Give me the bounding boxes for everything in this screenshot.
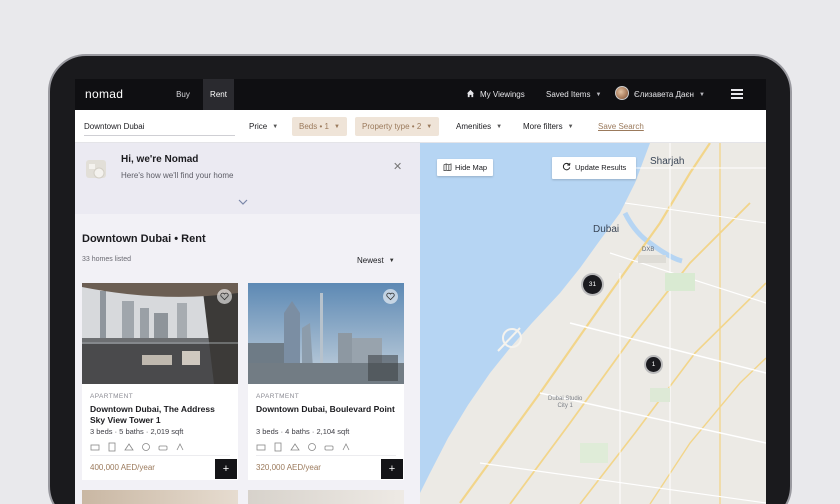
location-search-input[interactable]: [84, 118, 235, 136]
property-type-filter-label: Property type • 2: [362, 122, 422, 131]
my-viewings-label: My Viewings: [480, 90, 525, 99]
chevron-down-icon: ▼: [496, 124, 503, 130]
welcome-banner: Hi, we're Nomad Here's how we'll find yo…: [75, 143, 420, 214]
user-menu[interactable]: Єлизавета Даєн ▼: [615, 79, 705, 110]
amenity-icon: [324, 439, 334, 451]
amenities-filter[interactable]: Amenities ▼: [449, 117, 509, 136]
add-to-list-button[interactable]: +: [215, 459, 237, 479]
listing-specs: 3 beds · 5 baths · 2,019 sqft: [90, 427, 184, 436]
listing-card[interactable]: APARTMENT Downtown Dubai, Boulevard Poin…: [248, 283, 404, 480]
map-view[interactable]: Hide Map Update Results Sharjah Dubai DX…: [420, 143, 766, 504]
amenity-icon: [307, 439, 317, 451]
chevron-down-icon: ▼: [333, 124, 340, 130]
favorite-heart-icon[interactable]: [383, 289, 398, 304]
listing-photo[interactable]: [248, 283, 404, 384]
listing-type: APARTMENT: [256, 393, 300, 400]
map-cluster-marker[interactable]: 31: [581, 273, 604, 296]
chevron-down-icon: ▼: [595, 92, 602, 98]
amenity-icon: [273, 439, 283, 452]
map-label-dxb: DXB: [642, 247, 655, 253]
app-screen: nomad Buy Rent My Viewings Saved Items ▼ …: [75, 79, 766, 504]
chevron-down-icon: ▼: [426, 124, 433, 130]
tab-buy[interactable]: Buy: [169, 79, 197, 110]
nomad-logo[interactable]: nomad: [85, 87, 123, 101]
saved-items-label: Saved Items: [546, 90, 591, 99]
divider: [256, 455, 396, 456]
map-label-dubai: Dubai: [593, 224, 620, 235]
amenity-icon: [256, 439, 266, 451]
chevron-down-icon: ▼: [272, 124, 279, 130]
more-filters-label: More filters: [523, 122, 563, 131]
amenities-filter-label: Amenities: [456, 122, 492, 131]
save-search-link[interactable]: Save Search: [598, 122, 644, 131]
listing-card[interactable]: [248, 490, 404, 504]
listing-type: APARTMENT: [90, 393, 134, 400]
amenity-icon: [141, 439, 151, 451]
hide-map-button[interactable]: Hide Map: [437, 159, 494, 176]
property-type-filter[interactable]: Property type • 2 ▼: [355, 117, 440, 136]
chevron-down-icon[interactable]: [238, 198, 248, 206]
filter-bar: Price ▼ Beds • 1 ▼ Property type • 2 ▼ Amen…: [75, 110, 766, 143]
listing-photo[interactable]: [82, 283, 238, 384]
add-to-list-button[interactable]: +: [381, 459, 403, 479]
beds-filter-label: Beds • 1: [299, 122, 329, 131]
nomad-house-illustration-icon: [86, 160, 106, 179]
chevron-down-icon: ▼: [567, 124, 574, 130]
listing-price: 400,000 AED/year: [90, 463, 155, 472]
sort-label: Newest: [357, 256, 384, 265]
top-navigation: nomad Buy Rent My Viewings Saved Items ▼ …: [75, 79, 766, 110]
amenity-icon: [90, 439, 100, 451]
listing-card[interactable]: APARTMENT Downtown Dubai, The Address Sk…: [82, 283, 238, 480]
map-label-dubai-studio-city: Dubai Studio City 1: [548, 396, 582, 410]
hamburger-menu-icon[interactable]: [731, 89, 743, 99]
avatar: [615, 86, 629, 100]
tab-rent[interactable]: Rent: [203, 79, 234, 110]
favorite-heart-icon[interactable]: [217, 289, 232, 304]
chevron-down-icon: ▼: [388, 258, 395, 264]
listings-panel: Hi, we're Nomad Here's how we'll find yo…: [75, 143, 420, 504]
listing-card[interactable]: [82, 490, 238, 504]
amenity-icon: [341, 439, 351, 451]
sort-dropdown[interactable]: Newest ▼: [357, 256, 395, 265]
saved-items-dropdown[interactable]: Saved Items ▼: [546, 79, 601, 110]
chevron-down-icon: ▼: [698, 92, 705, 98]
update-results-button[interactable]: Update Results: [552, 157, 637, 179]
amenity-icons: [256, 439, 351, 452]
more-filters[interactable]: More filters ▼: [516, 117, 581, 136]
amenity-icon: [175, 439, 185, 451]
user-name: Єлизавета Даєн: [634, 90, 694, 99]
hide-map-label: Hide Map: [455, 163, 488, 172]
home-icon: [466, 89, 475, 98]
divider: [90, 455, 230, 456]
welcome-subtitle: Here's how we'll find your home: [121, 171, 234, 180]
amenity-icon: [158, 439, 168, 451]
map-canvas[interactable]: [420, 143, 766, 504]
listing-specs: 3 beds · 4 baths · 2,104 sqft: [256, 427, 350, 436]
welcome-title: Hi, we're Nomad: [121, 154, 199, 165]
amenity-icon: [290, 439, 300, 451]
price-filter-label: Price: [249, 122, 268, 131]
my-viewings-link[interactable]: My Viewings: [466, 79, 525, 110]
map-cluster-marker[interactable]: 1: [644, 355, 663, 374]
price-filter[interactable]: Price ▼: [242, 117, 285, 136]
results-count: 33 homes listed: [82, 256, 132, 263]
map-icon: [443, 163, 452, 172]
beds-filter[interactable]: Beds • 1 ▼: [292, 117, 347, 136]
amenity-icon: [107, 439, 117, 452]
close-icon[interactable]: ✕: [393, 160, 402, 173]
update-results-label: Update Results: [575, 163, 627, 172]
refresh-icon: [562, 162, 571, 171]
map-label-line: Dubai Studio: [548, 396, 583, 402]
results-title: Downtown Dubai • Rent: [82, 233, 206, 245]
listing-title[interactable]: Downtown Dubai, The Address Sky View Tow…: [90, 404, 232, 425]
map-label-line: City 1: [557, 403, 573, 409]
amenity-icon: [124, 439, 134, 451]
listing-title[interactable]: Downtown Dubai, Boulevard Point: [256, 404, 398, 415]
map-label-sharjah: Sharjah: [650, 156, 685, 167]
amenity-icons: [90, 439, 185, 452]
listing-price: 320,000 AED/year: [256, 463, 321, 472]
